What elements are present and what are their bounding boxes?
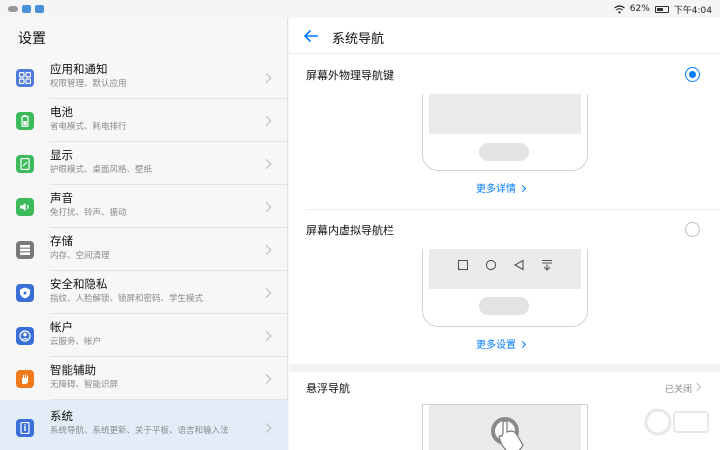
sidebar-item-storage[interactable]: 存储 内存、空间清理 bbox=[0, 228, 288, 271]
floating-navigation-status: 已关闭 bbox=[664, 385, 692, 395]
status-indicators: 62% 下午4:04 bbox=[613, 3, 712, 16]
back-arrow-icon[interactable] bbox=[303, 28, 319, 44]
hand-icon bbox=[16, 369, 34, 388]
sidebar-item-title: 安全和隐私 bbox=[50, 277, 108, 291]
page-title: 系统导航 bbox=[332, 32, 385, 47]
account-icon bbox=[16, 326, 34, 345]
home-button-shape bbox=[479, 297, 529, 315]
circle-icon bbox=[485, 259, 497, 271]
option-virtual-bar-label[interactable]: 屏幕内虚拟导航栏 bbox=[306, 222, 394, 238]
system-icon bbox=[16, 419, 34, 437]
floating-navigation-label: 悬浮导航 bbox=[306, 382, 350, 395]
watermark-logo bbox=[644, 408, 709, 436]
apps-icon bbox=[16, 68, 34, 87]
sidebar-item-subtitle: 护眼模式、桌面风格、壁纸 bbox=[50, 165, 153, 175]
chevron-right-icon bbox=[261, 244, 272, 255]
divider bbox=[306, 209, 720, 210]
virtual-nav-keys bbox=[429, 259, 581, 271]
sidebar-item-subtitle: 免打扰、铃声、振动 bbox=[50, 208, 127, 218]
shield-icon bbox=[16, 283, 34, 302]
chevron-right-icon bbox=[261, 72, 272, 83]
sidebar-item-title: 智能辅助 bbox=[50, 363, 96, 377]
sidebar-item-title: 系统 bbox=[50, 409, 73, 423]
sidebar-item-subtitle: 云服务、帐户 bbox=[50, 337, 102, 347]
storage-icon bbox=[16, 240, 34, 259]
status-notifications bbox=[8, 5, 44, 13]
status-bar: 62% 下午4:04 bbox=[0, 0, 720, 18]
panel-header: 系统导航 bbox=[289, 18, 720, 54]
sidebar-item-title: 显示 bbox=[50, 148, 73, 162]
hide-bar-icon bbox=[542, 259, 552, 271]
sound-icon bbox=[16, 197, 34, 216]
chevron-right-icon bbox=[518, 340, 527, 349]
sidebar-item-security[interactable]: 安全和隐私指纹、人脸解锁、锁屏和密码、学生模式 bbox=[0, 271, 288, 314]
sidebar-item-subtitle: 权限管理、默认应用 bbox=[50, 79, 127, 89]
battery-icon bbox=[654, 5, 669, 13]
sidebar-item-subtitle: 系统导航、系统更新、关于平板、语言和输入法 bbox=[50, 426, 229, 436]
sidebar-item-subtitle: 省电模式、耗电排行 bbox=[50, 122, 127, 132]
clock: 下午4:04 bbox=[673, 5, 712, 16]
triangle-back-icon bbox=[513, 259, 524, 271]
sidebar-item-subtitle: 指纹、人脸解锁、锁屏和密码、学生模式 bbox=[50, 294, 204, 304]
virtual-bar-illustration bbox=[422, 249, 588, 327]
more-details-label: 更多详情 bbox=[476, 184, 516, 195]
battery-percent: 62% bbox=[629, 4, 650, 14]
sidebar-item-subtitle: 无障碍、智能识屏 bbox=[50, 380, 119, 390]
chevron-right-icon bbox=[261, 287, 272, 298]
sidebar-title: 设置 bbox=[18, 31, 46, 47]
sidebar-item-title: 帐户 bbox=[50, 320, 73, 334]
cloud-icon bbox=[8, 6, 18, 12]
settings-list: 应用和通知权限管理、默认应用 电池省电模式、耗电排行 显示护眼模式、桌面风格、壁… bbox=[0, 56, 288, 450]
chevron-right-icon bbox=[518, 184, 527, 193]
sidebar-item-sound[interactable]: 声音免打扰、铃声、振动 bbox=[0, 185, 288, 228]
sidebar-item-assist[interactable]: 智能辅助无障碍、智能识屏 bbox=[0, 357, 288, 400]
chevron-right-icon bbox=[261, 201, 272, 212]
system-navigation-panel: 系统导航 屏幕外物理导航键 更多详情 屏幕内虚拟导航栏 更多设置 悬浮导航 已关… bbox=[289, 18, 720, 450]
sidebar-item-display[interactable]: 显示护眼模式、桌面风格、壁纸 bbox=[0, 142, 288, 185]
sidebar-item-apps[interactable]: 应用和通知权限管理、默认应用 bbox=[0, 56, 288, 99]
chevron-right-icon bbox=[261, 115, 272, 126]
more-settings-link[interactable]: 更多设置 bbox=[476, 336, 527, 351]
chevron-right-icon bbox=[692, 382, 702, 392]
phone-screen bbox=[429, 94, 581, 134]
chevron-right-icon bbox=[261, 158, 272, 169]
phone-screen bbox=[429, 249, 581, 289]
sidebar-item-title: 存储 bbox=[50, 234, 73, 248]
option-physical-keys-radio[interactable] bbox=[685, 67, 700, 82]
display-icon bbox=[16, 154, 34, 173]
chevron-right-icon bbox=[261, 373, 272, 384]
battery-icon bbox=[16, 111, 34, 130]
sidebar-item-title: 声音 bbox=[50, 191, 73, 205]
notification-icon bbox=[22, 5, 31, 13]
notification-icon bbox=[35, 5, 44, 13]
floating-navigation-illustration bbox=[422, 404, 588, 450]
sidebar-item-account[interactable]: 帐户 云服务、帐户 bbox=[0, 314, 288, 357]
option-physical-keys-label[interactable]: 屏幕外物理导航键 bbox=[306, 67, 394, 83]
option-virtual-bar-radio[interactable] bbox=[685, 222, 700, 237]
sidebar-item-battery[interactable]: 电池省电模式、耗电排行 bbox=[0, 99, 288, 142]
physical-keys-illustration bbox=[422, 94, 588, 171]
square-icon bbox=[457, 259, 469, 271]
chevron-right-icon bbox=[261, 423, 272, 433]
more-settings-label: 更多设置 bbox=[476, 340, 516, 351]
section-separator bbox=[289, 364, 720, 372]
sidebar-item-title: 应用和通知 bbox=[50, 62, 108, 76]
sidebar-item-subtitle: 内存、空间清理 bbox=[50, 251, 110, 261]
settings-sidebar: 设置 应用和通知权限管理、默认应用 电池省电模式、耗电排行 显示护眼模式、桌面风… bbox=[0, 18, 288, 450]
chevron-right-icon bbox=[261, 330, 272, 341]
battery-level bbox=[656, 7, 663, 11]
more-details-link[interactable]: 更多详情 bbox=[476, 180, 527, 195]
wifi-icon bbox=[613, 4, 625, 13]
floating-dock-icon bbox=[491, 417, 524, 450]
sidebar-item-title: 电池 bbox=[50, 105, 73, 119]
sidebar-item-system[interactable]: 系统系统导航、系统更新、关于平板、语言和输入法 bbox=[0, 400, 288, 450]
home-button-shape bbox=[479, 143, 529, 161]
